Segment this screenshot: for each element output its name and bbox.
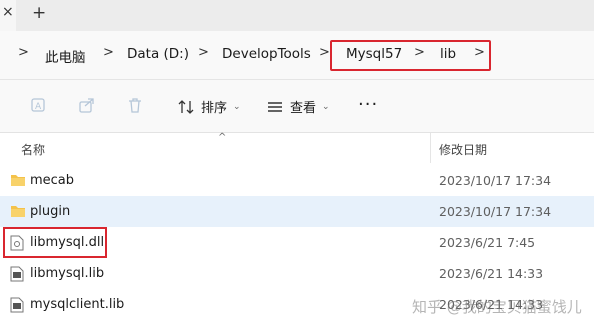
breadcrumb-developtools[interactable]: DevelopTools <box>222 46 311 62</box>
file-highlight-box <box>3 227 107 258</box>
current-tab[interactable]: × <box>0 0 16 31</box>
rename-icon[interactable]: A <box>30 96 48 117</box>
breadcrumb-this-pc[interactable]: 此电脑 <box>45 46 86 66</box>
file-date: 2023/10/17 17:34 <box>439 204 552 219</box>
close-tab-icon[interactable]: × <box>2 4 14 20</box>
column-divider[interactable] <box>430 133 431 163</box>
svg-text:A: A <box>35 102 42 112</box>
breadcrumb: > 此电脑 > Data (D:) > DevelopTools > Mysql… <box>0 31 594 80</box>
column-header-name[interactable]: 名称 <box>21 141 45 158</box>
sort-ascending-icon: ^ <box>218 132 227 143</box>
view-button[interactable]: 查看 ⌄ <box>266 97 330 116</box>
lib-file-icon <box>10 266 24 285</box>
delete-icon[interactable] <box>126 96 144 117</box>
list-item[interactable]: plugin 2023/10/17 17:34 <box>0 196 594 227</box>
command-bar: A 排序 ⌄ 查看 ⌄ ··· <box>0 80 594 133</box>
list-item[interactable]: mecab 2023/10/17 17:34 <box>0 165 594 196</box>
breadcrumb-data-drive[interactable]: Data (D:) <box>127 46 189 62</box>
chevron-right-icon[interactable]: > <box>18 45 29 60</box>
view-icon <box>268 101 282 112</box>
chevron-down-icon: ⌄ <box>233 101 241 112</box>
path-highlight-box <box>330 40 491 71</box>
file-name: libmysql.lib <box>30 266 105 281</box>
sort-button[interactable]: 排序 ⌄ <box>177 97 241 116</box>
column-header-modified[interactable]: 修改日期 <box>439 141 487 158</box>
lib-file-icon <box>10 297 24 316</box>
column-header-row: ^ 名称 修改日期 <box>0 132 594 163</box>
file-date: 2023/6/21 14:33 <box>439 266 544 281</box>
folder-icon <box>10 173 26 190</box>
chevron-right-icon[interactable]: > <box>319 45 330 60</box>
sort-label: 排序 <box>201 101 228 116</box>
tab-strip: × + <box>0 0 594 31</box>
chevron-right-icon[interactable]: > <box>198 45 209 60</box>
chevron-right-icon[interactable]: > <box>103 45 114 60</box>
share-icon[interactable] <box>78 96 96 117</box>
more-options-button[interactable]: ··· <box>358 94 378 115</box>
file-date: 2023/6/21 7:45 <box>439 235 536 250</box>
file-name: mysqlclient.lib <box>30 297 125 312</box>
file-name: plugin <box>30 204 71 219</box>
file-date: 2023/10/17 17:34 <box>439 173 552 188</box>
sort-icon <box>178 99 194 114</box>
view-label: 查看 <box>290 101 317 116</box>
new-tab-button[interactable]: + <box>32 3 46 23</box>
chevron-down-icon: ⌄ <box>322 101 330 112</box>
watermark: 知乎 @我的宝贝猫蜜饯儿 <box>412 298 582 316</box>
file-name: mecab <box>30 173 75 188</box>
list-item[interactable]: libmysql.lib 2023/6/21 14:33 <box>0 258 594 289</box>
folder-icon <box>10 204 26 221</box>
